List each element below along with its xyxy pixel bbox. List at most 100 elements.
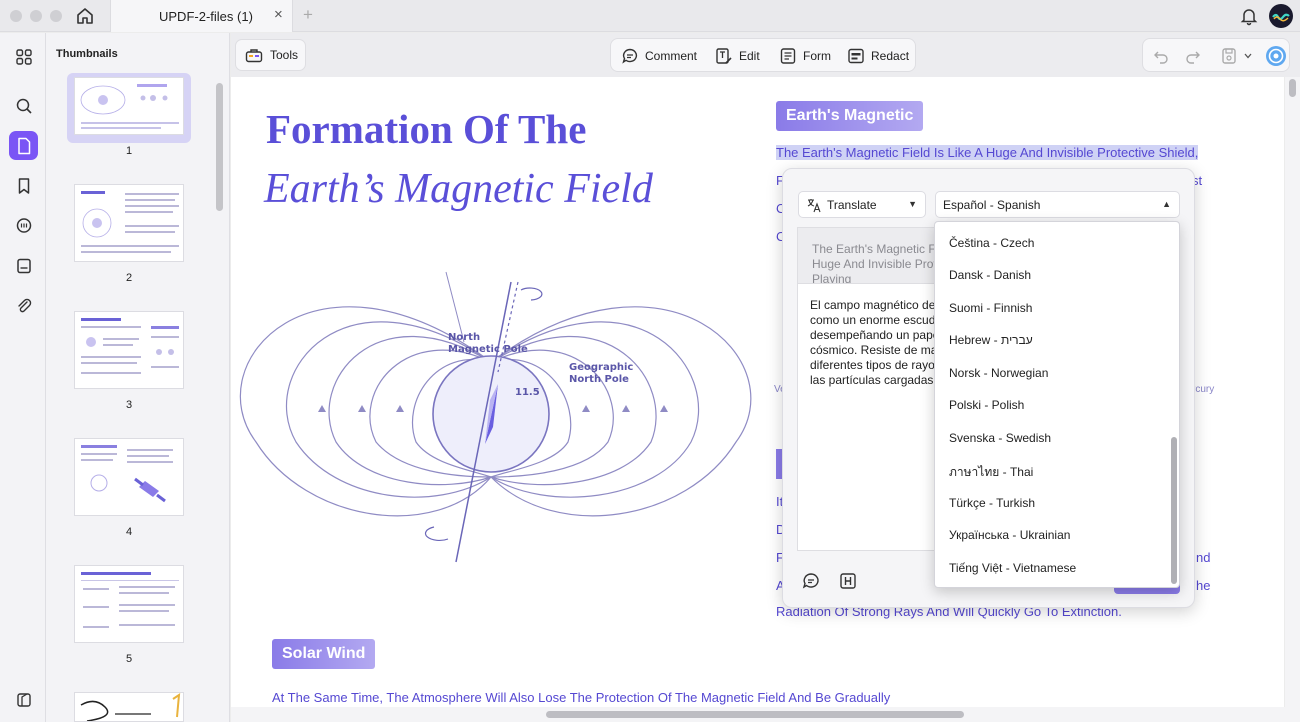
bell-icon[interactable]	[1239, 6, 1259, 31]
partial-text-r6-end: nd	[1196, 550, 1211, 565]
form-button[interactable]: Form	[779, 46, 831, 66]
page-thumbnail-3[interactable]	[74, 311, 184, 389]
redo-icon[interactable]	[1185, 48, 1201, 64]
avatar[interactable]	[1269, 4, 1293, 28]
language-option[interactable]: ภาษาไทย - Thai	[949, 463, 1033, 482]
search-icon[interactable]	[9, 91, 38, 120]
caret-down-icon: ▼	[908, 199, 917, 209]
stamp-icon[interactable]	[9, 251, 38, 280]
partial-text-r7-end: he	[1196, 578, 1211, 593]
horizontal-scrollbar[interactable]	[231, 707, 1300, 722]
form-label: Form	[803, 49, 831, 63]
page-number-2: 2	[125, 272, 133, 284]
comment-label: Comment	[645, 49, 698, 63]
tools-label: Tools	[270, 48, 299, 62]
page-number-4: 4	[125, 526, 133, 538]
grid-icon[interactable]	[9, 42, 38, 71]
language-option[interactable]: Svenska - Swedish	[949, 431, 1051, 445]
language-option[interactable]: Hebrew - עברית	[949, 333, 1033, 347]
source-text-box[interactable]: The Earth's Magnetic Field Is Like A Hug…	[797, 227, 937, 283]
language-dropdown: Čeština - Czech Dansk - Danish Suomi - F…	[934, 221, 1180, 588]
vertical-scroll-thumb[interactable]	[1289, 79, 1296, 97]
redact-icon	[848, 48, 864, 64]
chevron-down-icon[interactable]	[1244, 53, 1252, 59]
form-icon	[780, 48, 796, 64]
page-thumbnail-4[interactable]	[74, 438, 184, 516]
solar-wind-text: At The Same Time, The Atmosphere Will Al…	[272, 690, 891, 705]
thumbnails-page-icon[interactable]	[9, 131, 38, 160]
thumbnails-scrollbar[interactable]	[216, 83, 223, 211]
comment-button[interactable]: Comment	[621, 46, 697, 66]
edit-mode-bar: Comment Edit Form Redact	[610, 38, 916, 72]
translation-output-box[interactable]: El campo magnético de la Tierra es como …	[797, 283, 937, 551]
magnetic-field-diagram: North Magnetic Pole Geographic North Pol…	[239, 271, 752, 563]
page-thumbnail-5[interactable]	[74, 565, 184, 643]
language-option[interactable]: Norsk - Norwegian	[949, 366, 1048, 380]
thumbnails-title: Thumbnails	[56, 48, 118, 60]
language-option[interactable]: Polski - Polish	[949, 398, 1024, 412]
title-bar: UPDF-2-files (1) × +	[0, 0, 1300, 32]
geographic-north-pole-label-2: North Pole	[569, 374, 629, 385]
language-option[interactable]: Українська - Ukrainian	[949, 528, 1070, 542]
vertical-scrollbar[interactable]	[1285, 77, 1300, 707]
section-label-solar-wind: Solar Wind	[272, 639, 376, 669]
close-window-button[interactable]	[10, 10, 22, 22]
page-number-1: 1	[125, 145, 133, 157]
layers-icon[interactable]	[9, 685, 38, 714]
home-icon[interactable]	[74, 5, 96, 27]
mode-select[interactable]: Translate ▼	[798, 191, 926, 218]
right-toolbar	[1142, 38, 1290, 72]
redact-label: Redact	[871, 49, 910, 63]
tab-close-icon[interactable]: ×	[274, 6, 283, 23]
mode-select-label: Translate	[827, 198, 877, 212]
dropdown-scrollbar[interactable]	[1171, 437, 1177, 584]
tools-button[interactable]: Tools	[235, 39, 306, 71]
caret-up-icon: ▲	[1162, 199, 1171, 209]
source-text: The Earth's Magnetic Field Is Like A Hug…	[812, 242, 936, 283]
comments-icon[interactable]	[9, 211, 38, 240]
angle-label: 11.5	[515, 387, 540, 398]
edit-button[interactable]: Edit	[715, 46, 760, 66]
page-thumbnail-6[interactable]	[74, 692, 184, 722]
section-label-earths-magnetic: Earth's Magnetic	[776, 101, 924, 131]
attachment-icon[interactable]	[9, 291, 38, 320]
document-title-line1: Formation Of The	[266, 106, 587, 152]
planet-label-mercury: rcury	[1192, 384, 1215, 395]
language-option[interactable]: Türkçe - Turkish	[949, 496, 1035, 510]
edit-icon	[716, 48, 732, 64]
new-tab-button[interactable]: +	[303, 5, 313, 25]
thumbnails-panel: Thumbnails 1 2 3 4 5	[46, 33, 230, 722]
toolbox-icon	[245, 49, 263, 63]
tab-title: UPDF-2-files (1)	[159, 9, 253, 24]
ai-assistant-icon[interactable]	[1264, 44, 1288, 68]
translation-output-text: El campo magnético de la Tierra es como …	[810, 298, 936, 387]
selected-text-line[interactable]: The Earth's Magnetic Field Is Like A Hug…	[776, 145, 1199, 160]
page-number-5: 5	[125, 653, 133, 665]
page-thumbnail-2[interactable]	[74, 184, 184, 262]
save-icon[interactable]	[1221, 47, 1237, 65]
language-option[interactable]: Tiếng Việt - Vietnamese	[949, 561, 1076, 575]
left-rail	[0, 33, 46, 722]
translate-icon	[807, 199, 821, 213]
language-option[interactable]: Suomi - Finnish	[949, 301, 1032, 315]
zoom-window-button[interactable]	[50, 10, 62, 22]
redact-button[interactable]: Redact	[847, 46, 909, 66]
language-option[interactable]: Čeština - Czech	[949, 236, 1034, 250]
undo-icon[interactable]	[1153, 48, 1169, 64]
comment-icon	[622, 48, 638, 64]
north-magnetic-pole-label-2: Magnetic Pole	[448, 344, 528, 355]
language-option[interactable]: Dansk - Danish	[949, 268, 1031, 282]
comment-bubble-icon[interactable]	[801, 571, 821, 591]
minimize-window-button[interactable]	[30, 10, 42, 22]
document-title-line2: Earth’s Magnetic Field	[264, 166, 653, 212]
horizontal-scroll-thumb[interactable]	[546, 711, 964, 718]
language-select-label: Español - Spanish	[943, 198, 1041, 212]
page-number-3: 3	[125, 399, 133, 411]
highlight-icon[interactable]	[838, 571, 858, 591]
document-tab[interactable]: UPDF-2-files (1) ×	[110, 0, 293, 32]
page-thumbnail-1[interactable]	[74, 77, 184, 135]
geographic-north-pole-label-1: Geographic	[569, 362, 633, 373]
bookmark-icon[interactable]	[9, 171, 38, 200]
edit-label: Edit	[739, 49, 760, 63]
language-select[interactable]: Español - Spanish ▲	[935, 191, 1180, 218]
